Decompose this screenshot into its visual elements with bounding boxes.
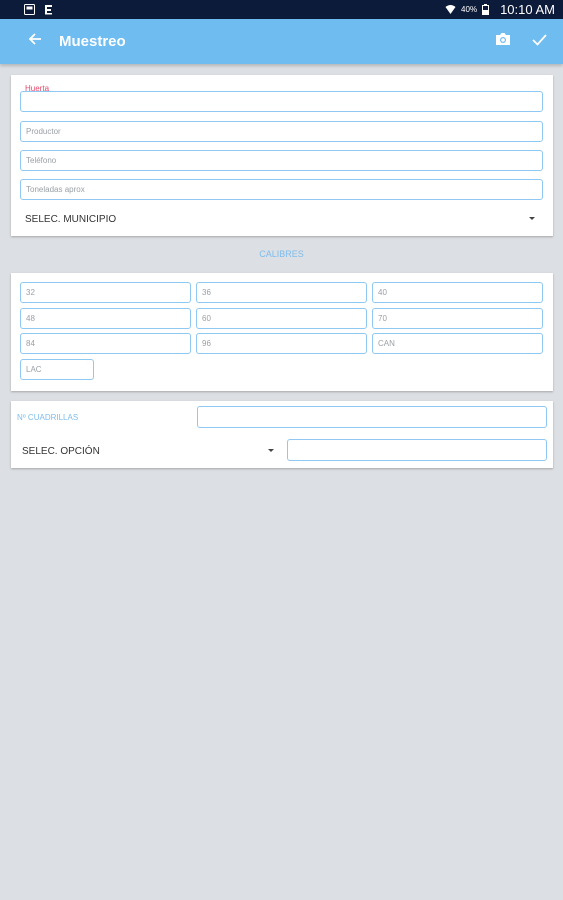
- calibre-field-70[interactable]: 70: [372, 308, 543, 329]
- calibre-field-84[interactable]: 84: [20, 333, 191, 354]
- check-icon: [531, 33, 547, 51]
- calibre-field-can[interactable]: CAN: [372, 333, 543, 354]
- app-actions: [493, 32, 549, 52]
- calibre-field-36[interactable]: 36: [196, 282, 367, 303]
- app-bar: Muestreo: [0, 19, 563, 64]
- cuadrillas-card: Nº CUADRILLAS SELEC. OPCIÓN: [11, 401, 553, 468]
- cuadrillas-field[interactable]: [197, 406, 547, 428]
- cuadrillas-label: Nº CUADRILLAS: [17, 413, 79, 422]
- telefono-field[interactable]: Teléfono: [20, 150, 543, 171]
- chevron-down-icon: [529, 217, 535, 220]
- general-info-card: Huerta Productor Teléfono Toneladas apro…: [11, 75, 553, 236]
- status-right-icons: 40% 10:10 AM: [445, 2, 555, 17]
- calibre-field-lac[interactable]: LAC: [20, 359, 94, 380]
- calibres-card: 32 36 40 48 60 70 84 96 CAN LAC: [11, 273, 553, 391]
- calibre-field-40[interactable]: 40: [372, 282, 543, 303]
- toneladas-field[interactable]: Toneladas aprox: [20, 179, 543, 200]
- camera-icon: [495, 32, 511, 51]
- opcion-value-field[interactable]: [287, 439, 547, 461]
- productor-field[interactable]: Productor: [20, 121, 543, 142]
- camera-button[interactable]: [493, 32, 513, 52]
- calibre-field-48[interactable]: 48: [20, 308, 191, 329]
- battery-percent: 40%: [461, 5, 478, 14]
- wifi-icon: [445, 4, 456, 15]
- page-title: Muestreo: [59, 33, 126, 50]
- confirm-button[interactable]: [529, 32, 549, 52]
- back-button[interactable]: [24, 31, 46, 53]
- battery-icon: [482, 4, 493, 15]
- calibre-field-32[interactable]: 32: [20, 282, 191, 303]
- status-left-icons: [24, 4, 54, 15]
- chevron-down-icon: [268, 449, 274, 452]
- app-notification-icon: [43, 4, 54, 15]
- calibre-field-60[interactable]: 60: [196, 308, 367, 329]
- status-bar: 40% 10:10 AM: [0, 0, 563, 19]
- municipio-select[interactable]: SELEC. MUNICIPIO: [25, 212, 545, 226]
- municipio-select-value: SELEC. MUNICIPIO: [25, 213, 117, 225]
- huerta-field[interactable]: [20, 91, 543, 112]
- notification-icon: [24, 4, 35, 15]
- back-arrow-icon: [28, 32, 42, 51]
- opcion-select[interactable]: SELEC. OPCIÓN: [22, 444, 274, 458]
- opcion-select-value: SELEC. OPCIÓN: [22, 445, 100, 457]
- calibres-title: CALIBRES: [259, 249, 304, 259]
- clock: 10:10 AM: [500, 2, 555, 17]
- calibre-field-96[interactable]: 96: [196, 333, 367, 354]
